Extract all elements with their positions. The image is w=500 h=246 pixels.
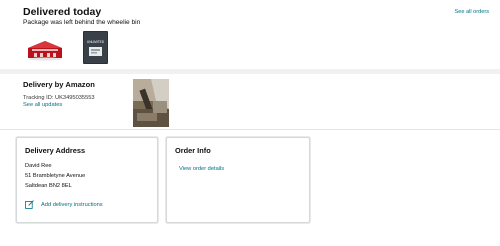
delivery-status-subtitle: Package was left behind the wheelie bin <box>23 19 141 26</box>
order-info-card: Order Info View order details <box>166 137 310 223</box>
delivery-status-title: Delivered today <box>23 6 102 18</box>
tracking-id: Tracking ID: UK3495035553 <box>23 95 95 101</box>
product-thumbnail-2[interactable]: UNLIMITED <box>83 31 108 64</box>
section-divider <box>0 69 500 74</box>
delivery-address-card: Delivery Address David Ree 51 Brambletyn… <box>16 137 158 223</box>
product-thumbnail-2-text: UNLIMITED <box>87 40 105 44</box>
order-info-title: Order Info <box>175 146 211 155</box>
address-street: 51 Brambletyne Avenue <box>25 173 86 179</box>
view-order-details-link[interactable]: View order details <box>179 166 224 172</box>
delivery-address-title: Delivery Address <box>25 146 86 155</box>
address-town-postcode: Saltdean BN2 8EL <box>25 183 72 189</box>
add-delivery-instructions-link[interactable]: Add delivery instructions <box>41 202 103 208</box>
address-name: David Ree <box>25 163 52 169</box>
section-divider-thin <box>0 129 500 130</box>
product-thumbnail-1[interactable] <box>26 36 64 62</box>
edit-note-icon[interactable] <box>25 200 34 209</box>
delivery-photo[interactable] <box>133 79 169 127</box>
see-all-orders-link[interactable]: See all orders <box>454 9 489 15</box>
delivery-carrier-heading: Delivery by Amazon <box>23 80 95 89</box>
see-all-updates-link[interactable]: See all updates <box>23 102 62 108</box>
